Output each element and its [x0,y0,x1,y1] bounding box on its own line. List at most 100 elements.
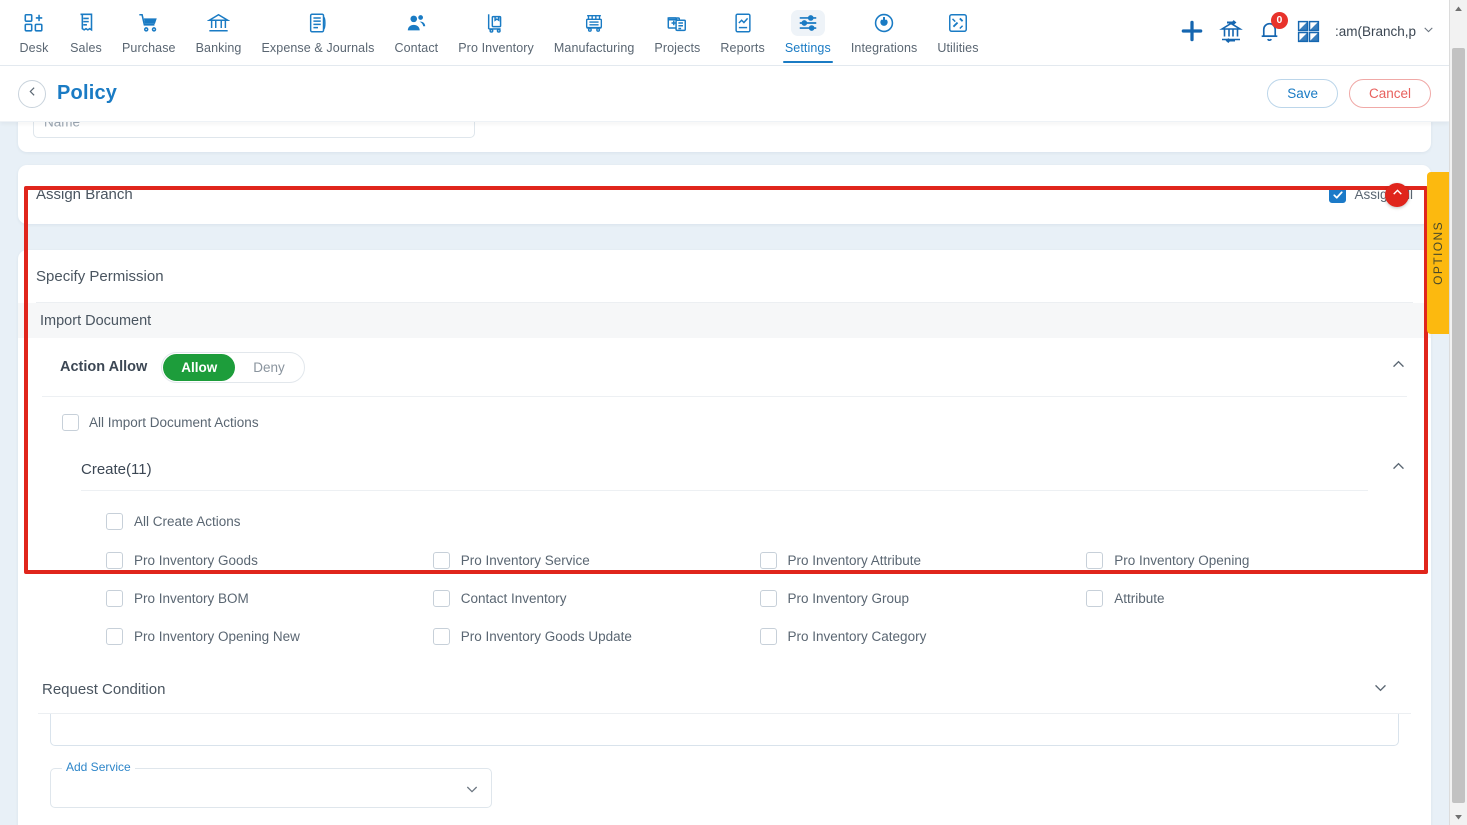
permission-item[interactable]: Pro Inventory Service [432,552,760,569]
page-header: Policy Save Cancel [0,66,1449,122]
nav-items: Desk Sales Purchase Banking Expense & Jo… [0,0,989,63]
action-allow-row: Action Allow Allow Deny [36,338,1413,396]
create-group-collapse-button[interactable] [1390,458,1413,480]
save-button[interactable]: Save [1267,79,1338,108]
expense-journal-icon [307,10,329,36]
scroll-up-button[interactable] [1450,0,1467,18]
plus-icon[interactable] [1179,18,1205,44]
specify-permission-title: Specify Permission [36,267,164,285]
import-document-collapse-button[interactable] [1390,356,1413,378]
all-create-actions-label: All Create Actions [134,514,241,529]
back-button[interactable] [18,79,46,108]
cancel-button[interactable]: Cancel [1348,79,1431,108]
nav-item-banking[interactable]: Banking [186,8,252,55]
nav-item-integrations[interactable]: Integrations [841,8,928,55]
permission-checkbox[interactable] [432,628,450,645]
scrollbar-thumb[interactable] [1452,48,1465,803]
permission-checkbox[interactable] [432,590,450,607]
options-side-tab[interactable]: OPTIONS [1427,172,1449,334]
nav-item-sales[interactable]: Sales [60,8,112,55]
permission-item[interactable]: Pro Inventory Goods [106,552,433,569]
permission-item[interactable]: Pro Inventory Goods Update [432,628,760,645]
apps-grid-icon[interactable] [1296,19,1321,44]
permission-checkbox[interactable] [759,552,777,569]
grid-spacer [1086,628,1413,645]
page-title: Policy [57,82,118,104]
permission-checkbox[interactable] [106,628,123,645]
assign-branch-title: Assign Branch [36,186,133,203]
assign-all-checkbox[interactable] [1329,186,1347,203]
import-document-header: Import Document [18,303,1431,338]
nav-label: Pro Inventory [458,41,534,55]
user-account-menu[interactable]: :am(Branch,p [1335,23,1435,39]
add-service-label: Add Service [62,760,135,774]
user-account-label: :am(Branch,p [1334,23,1416,39]
nav-item-manufacturing[interactable]: Manufacturing [544,8,645,55]
permission-checkbox[interactable] [106,590,123,607]
nav-item-expense-journals[interactable]: Expense & Journals [251,8,384,55]
page-body: Name* ◢ Assign Branch Assign All [0,110,1449,825]
permission-checkbox[interactable] [759,628,777,645]
import-document-title: Import Document [40,312,152,329]
permission-label: Attribute [1114,591,1165,606]
assign-branch-row: Assign Branch Assign All [36,165,1413,224]
permission-item[interactable]: Attribute [1086,590,1413,607]
create-permissions-grid: Pro Inventory Goods Pro Inventory Servic… [36,530,1413,665]
permission-checkbox[interactable] [1086,552,1104,569]
scroll-down-button[interactable] [1450,807,1467,825]
permission-checkbox[interactable] [432,552,450,569]
all-import-document-actions-checkbox[interactable] [62,414,79,431]
permission-item[interactable]: Pro Inventory Opening [1086,552,1413,569]
nav-item-contact[interactable]: Contact [384,8,448,55]
deny-option[interactable]: Deny [235,354,303,381]
permission-item[interactable]: Pro Inventory Group [759,590,1087,607]
nav-item-desk[interactable]: Desk [8,8,60,55]
allow-option[interactable]: Allow [163,353,236,381]
import-document-panel: Import Document Action Allow Allow Deny [18,303,1431,713]
create-group-header[interactable]: Create(11) [36,448,1413,490]
nav-item-projects[interactable]: Projects [644,8,710,55]
nav-item-settings[interactable]: Settings [775,8,841,63]
nav-item-purchase[interactable]: Purchase [112,8,186,55]
nav-item-pro-inventory[interactable]: Pro Inventory [448,8,544,55]
chevron-left-icon [26,85,39,103]
request-condition-header[interactable]: Request Condition [18,665,1431,713]
request-condition-body[interactable] [50,714,1399,746]
nav-label: Expense & Journals [261,41,375,55]
nav-right-actions: 0 :am(Branch,p [1179,0,1449,62]
add-service-select[interactable]: Add Service [50,760,492,808]
all-create-actions-checkbox[interactable] [106,513,123,530]
notification-bell-button[interactable]: 0 [1257,11,1288,44]
permission-label: Pro Inventory Service [460,553,590,568]
permission-label: Pro Inventory Opening [1114,553,1250,568]
permission-checkbox[interactable] [1086,590,1104,607]
all-create-actions-row[interactable]: All Create Actions [106,513,1413,530]
nav-item-utilities[interactable]: Utilities [927,8,988,55]
pro-inventory-trolley-icon [485,10,507,36]
permission-item[interactable]: Pro Inventory Attribute [759,552,1087,569]
app-root: Desk Sales Purchase Banking Expense & Jo… [0,0,1467,825]
settings-sliders-icon [790,10,825,36]
permission-checkbox[interactable] [759,590,777,607]
permission-item[interactable]: Contact Inventory [432,590,760,607]
all-import-document-actions-row[interactable]: All Import Document Actions [36,397,1413,448]
switch-branch-icon[interactable] [1219,19,1243,43]
permission-item[interactable]: Pro Inventory BOM [106,590,433,607]
integrations-plug-icon [873,10,895,36]
chevron-up-icon [1390,462,1407,479]
permission-label: Pro Inventory Category [787,629,927,644]
permission-item[interactable]: Pro Inventory Category [759,628,1087,645]
top-navigation-bar: Desk Sales Purchase Banking Expense & Jo… [0,0,1449,66]
request-condition-expand-button[interactable] [1372,679,1413,700]
nav-item-reports[interactable]: Reports [710,8,774,55]
sales-receipt-icon [75,10,97,36]
permission-item[interactable]: Pro Inventory Opening New [106,628,433,645]
page-scrollbar[interactable] [1449,0,1467,825]
utilities-tools-icon [947,10,969,36]
chevron-down-icon[interactable] [464,781,480,802]
allow-deny-segmented-control[interactable]: Allow Deny [161,351,305,383]
permission-label: Pro Inventory BOM [134,591,249,606]
permission-label: Pro Inventory Group [787,591,910,606]
permission-checkbox[interactable] [106,552,123,569]
nav-label: Contact [394,41,439,55]
